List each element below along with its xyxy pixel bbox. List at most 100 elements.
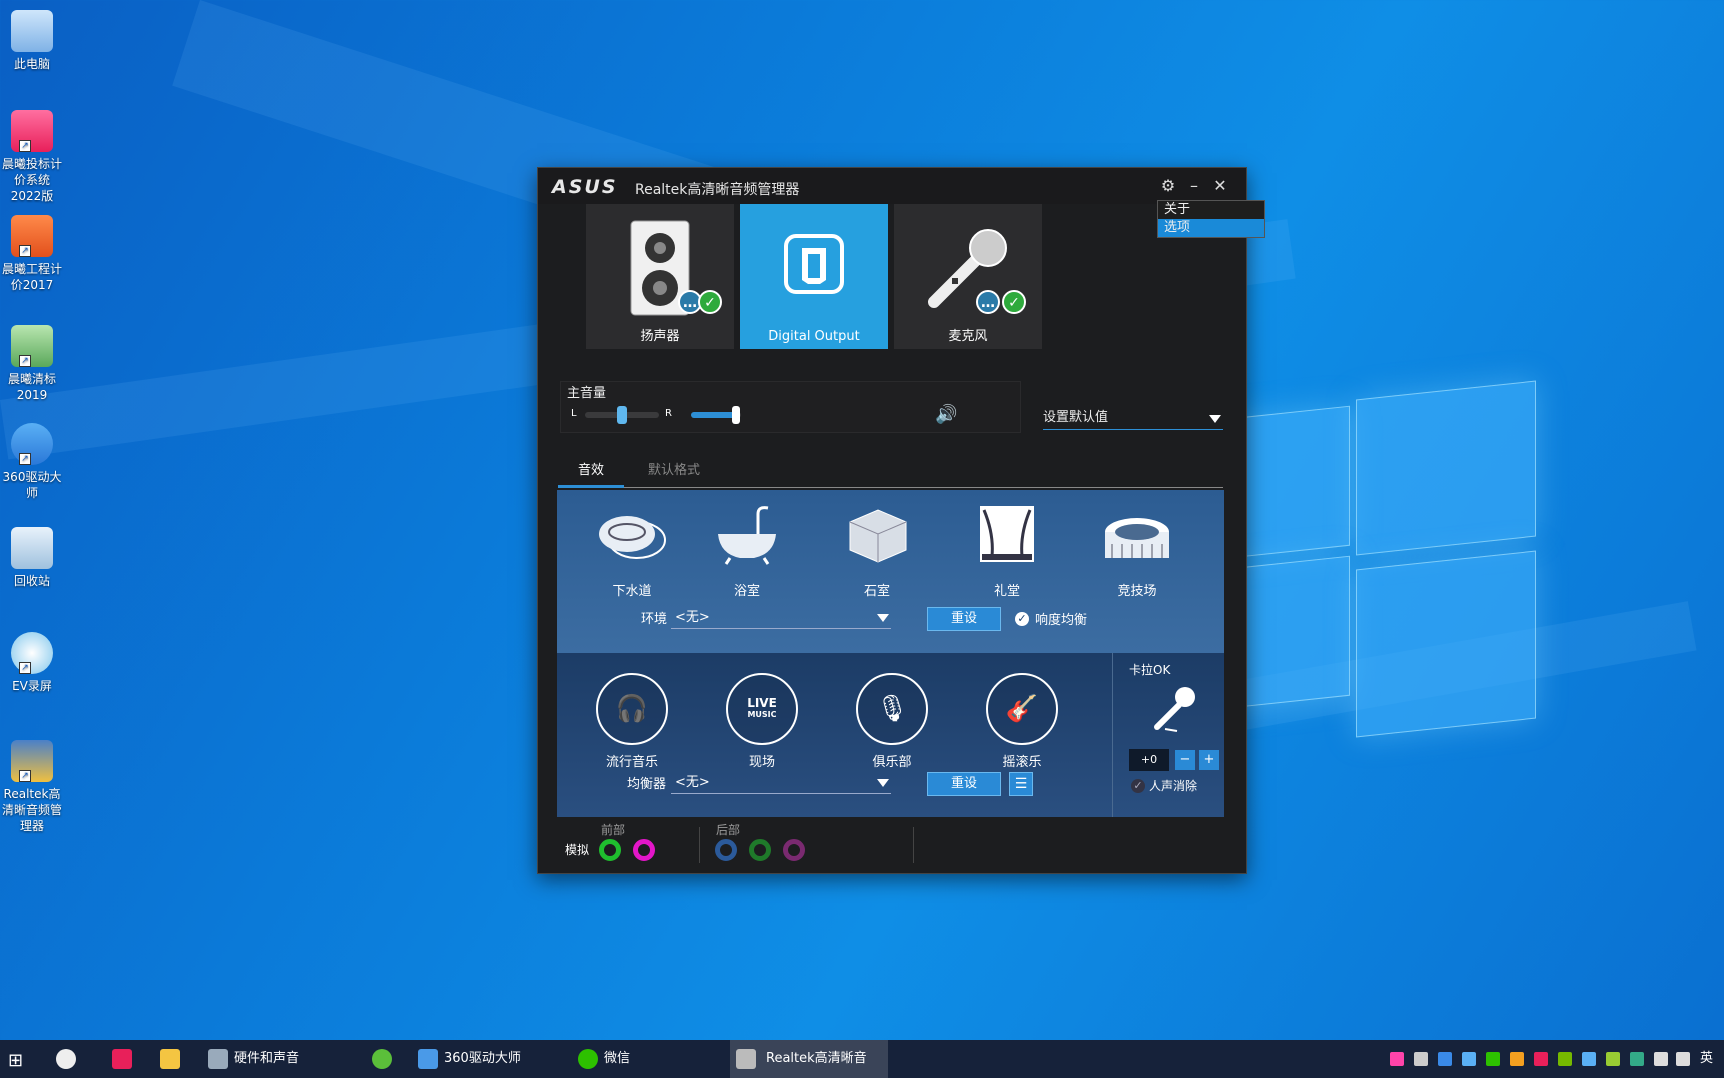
volume-icon[interactable] [1676,1052,1690,1066]
tray-app-icon[interactable] [1582,1052,1596,1066]
device-label: 扬声器 [640,329,680,344]
env-bathroom[interactable]: 浴室 [702,504,792,599]
volume-slider-fill [691,412,736,418]
tray-app-icon[interactable] [1534,1052,1548,1066]
tray-app-icon[interactable] [1414,1052,1428,1066]
equalizer-settings-button[interactable]: ☰ [1009,772,1033,796]
loudness-checkbox[interactable]: ✓ [1015,612,1029,626]
eq-pop[interactable]: 🎧 流行音乐 [587,673,677,770]
title-bar[interactable]: ASUS Realtek高清晰音频管理器 ⚙ – ✕ [538,168,1246,204]
eq-rock[interactable]: 🎸 摇滚乐 [977,673,1067,770]
bluetooth-icon[interactable] [1438,1052,1452,1066]
volume-slider-thumb[interactable] [732,406,740,424]
tray-app-icon[interactable] [1390,1052,1404,1066]
chevron-down-icon [877,779,889,787]
defender-icon[interactable] [1630,1052,1644,1066]
digital-output-icon [784,234,844,294]
tray-app-icon[interactable] [1486,1052,1500,1066]
desktop-icon-this-pc[interactable]: 此电脑 [0,10,64,72]
wechat-icon [578,1049,598,1069]
tab-sound-effects[interactable]: 音效 [558,458,625,488]
pinned-green-app-icon[interactable] [372,1049,392,1069]
realtek-icon [736,1049,756,1069]
device-label: Digital Output [768,329,860,344]
task-view-icon[interactable] [56,1049,76,1069]
rear-purple-jack[interactable] [783,839,805,861]
device-digital-output[interactable]: Digital Output [740,204,888,349]
chevron-down-icon [1209,415,1221,423]
chevron-down-icon [877,614,889,622]
desktop-icon-label: 晨曦清标2019 [7,372,56,402]
taskbar-item-realtek[interactable]: Realtek高清晰音频... [730,1040,888,1078]
connector-divider [699,827,700,863]
equalizer-dropdown[interactable]: <无> [671,772,891,794]
start-button[interactable]: ⊞ [8,1050,23,1071]
settings-menu: 关于 选项 [1157,200,1265,238]
eq-club[interactable]: 🎙 俱乐部 [847,673,937,770]
karaoke-panel: 卡拉OK +0 − + ✓ 人声消除 [1112,653,1224,817]
volume-slider[interactable] [691,406,741,424]
karaoke-mic-icon [1154,687,1195,732]
headphones-icon: 🎧 [596,673,668,745]
set-default-dropdown[interactable]: 设置默认值 [1043,408,1223,430]
equalizer-reset-button[interactable]: 重设 [927,772,1001,796]
desktop-icon-realtek[interactable]: ↗ Realtek高清晰音频管理器 [0,740,64,834]
balance-slider[interactable] [585,406,659,424]
rear-blue-jack[interactable] [715,839,737,861]
taskbar-item-hardware-sound[interactable]: 硬件和声音 [206,1040,356,1078]
file-explorer-icon[interactable] [160,1049,180,1069]
env-auditorium[interactable]: 礼堂 [962,504,1052,599]
karaoke-title: 卡拉OK [1129,663,1171,677]
desktop-icon-bid-pricing-2022[interactable]: ↗ 晨曦投标计价系统2022版 [0,110,64,204]
karaoke-minus-button[interactable]: − [1175,750,1195,770]
menu-item-options[interactable]: 选项 [1158,219,1264,237]
env-sewer[interactable]: 下水道 [587,504,677,599]
environment-reset-button[interactable]: 重设 [927,607,1001,631]
vocal-cancel-checkbox[interactable]: ✓ [1131,779,1145,793]
network-icon[interactable] [1654,1052,1668,1066]
recycle-bin-icon [11,527,53,569]
balance-right-label: R [665,408,672,419]
environment-dropdown[interactable]: <无> [671,607,891,629]
taskbar-item-wechat[interactable]: 微信 [576,1040,726,1078]
balance-slider-thumb[interactable] [617,406,627,424]
menu-item-about[interactable]: 关于 [1158,201,1264,219]
front-pink-jack[interactable] [633,839,655,861]
tray-search-icon[interactable] [1510,1052,1524,1066]
front-green-jack[interactable] [599,839,621,861]
close-button[interactable]: ✕ [1210,176,1230,196]
karaoke-plus-button[interactable]: + [1199,750,1219,770]
ime-indicator[interactable]: 英 [1700,1040,1720,1078]
speaker-volume-icon[interactable]: 🔊 [935,404,957,425]
desktop-icon-bid-clearing-2019[interactable]: ↗ 晨曦清标2019 [0,325,64,403]
asus-logo: ASUS [552,176,618,198]
device-speaker[interactable]: … ✓ 扬声器 [586,204,734,349]
main-volume-panel: 主音量 L R 🔊 [560,381,1021,433]
pinned-app-icon[interactable] [112,1049,132,1069]
taskbar-item-360-driver[interactable]: 360驱动大师 [416,1040,566,1078]
message-status-icon: … [976,290,1000,314]
theater-stage-icon [980,506,1034,562]
env-arena[interactable]: 竞技场 [1092,504,1182,599]
device-microphone[interactable]: … ✓ 麦克风 [894,204,1042,349]
tab-default-format[interactable]: 默认格式 [628,458,720,488]
360-driver-icon [418,1049,438,1069]
windows-logo-wallpaper [1230,380,1540,740]
nvidia-icon[interactable] [1558,1052,1572,1066]
tray-app-icon[interactable] [1606,1052,1620,1066]
desktop-icon-360-driver[interactable]: ↗ 360驱动大师 [0,423,64,501]
main-volume-title: 主音量 [567,386,607,401]
set-default-label: 设置默认值 [1043,410,1109,425]
eq-live[interactable]: LIVE MUSIC 现场 [717,673,807,770]
desktop-icon-label: 晨曦投标计价系统2022版 [1,157,62,203]
desktop-icon-pricing-2017[interactable]: ↗ 晨曦工程计价2017 [0,215,64,293]
gear-icon[interactable]: ⚙ [1158,176,1178,196]
tray-shield-icon[interactable] [1462,1052,1476,1066]
desktop-icon-recycle-bin[interactable]: 回收站 [0,527,64,589]
minimize-button[interactable]: – [1184,176,1204,196]
desktop-icon-ev-recorder[interactable]: ↗ EV录屏 [0,632,64,694]
shortcut-arrow-icon: ↗ [19,662,31,674]
env-stone-room[interactable]: 石室 [832,504,922,599]
desktop-icon-label: 此电脑 [13,57,50,71]
rear-green-jack[interactable] [749,839,771,861]
